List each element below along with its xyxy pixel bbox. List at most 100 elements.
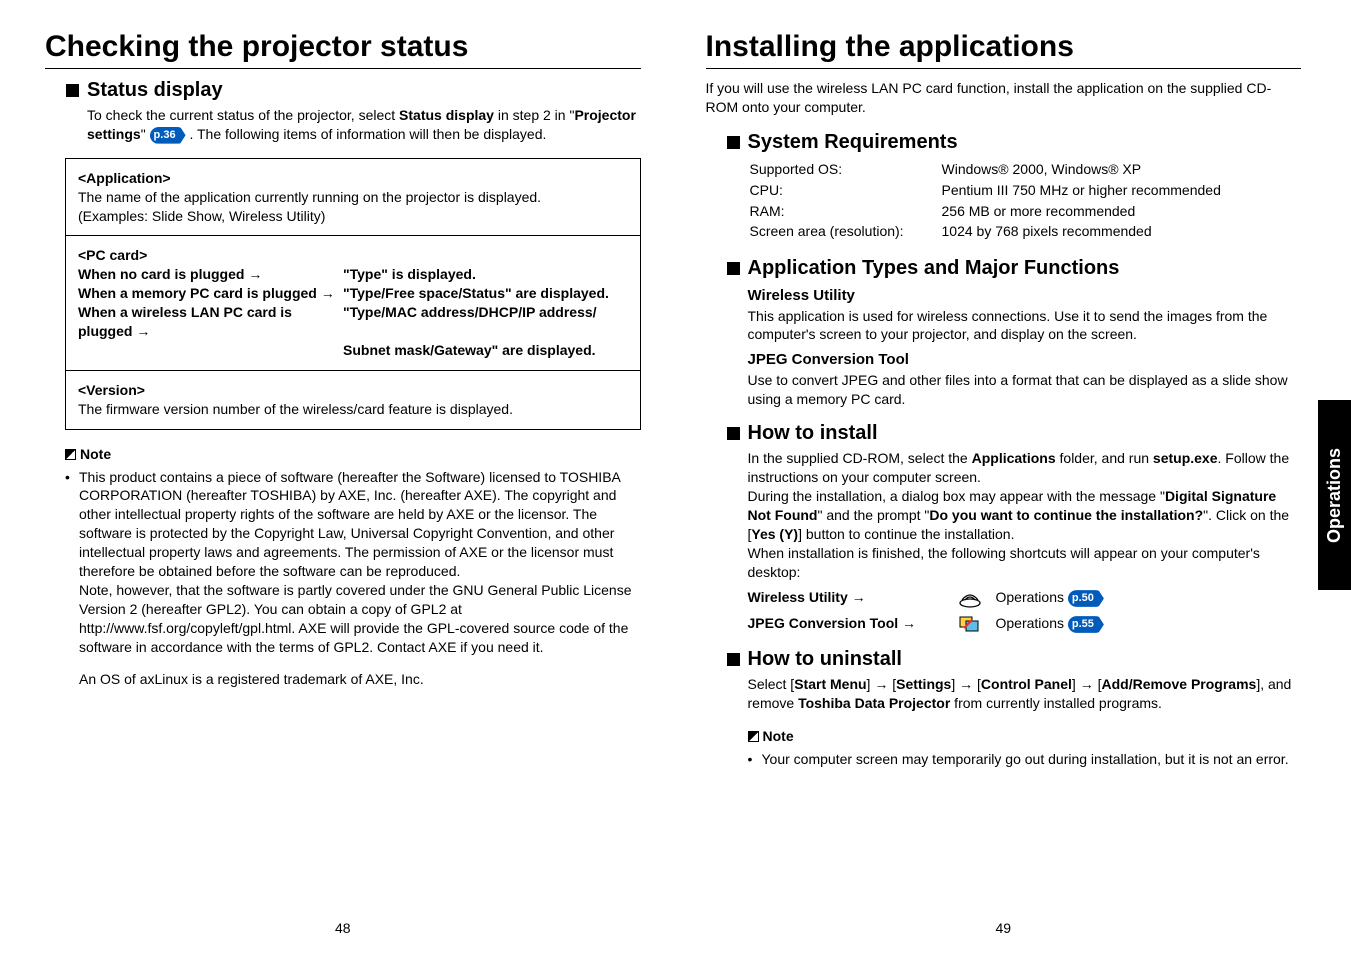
- install-block: In the supplied CD-ROM, select the Appli…: [706, 449, 1302, 633]
- types-block: Wireless Utility This application is use…: [706, 286, 1302, 408]
- h-how-install: How to install: [706, 422, 1302, 445]
- page-ref-badge[interactable]: p.50: [1068, 590, 1104, 607]
- h-req-text: System Requirements: [748, 131, 958, 153]
- page-ref-badge[interactable]: p.55: [1068, 616, 1104, 633]
- note-heading-text: Note: [763, 728, 794, 744]
- table-row: Screen area (resolution):1024 by 768 pix…: [750, 222, 1221, 241]
- bullet-dot: •: [65, 468, 79, 657]
- pc-l: [78, 341, 343, 360]
- t: folder, and run: [1056, 450, 1153, 466]
- shortcut-row: Wireless Utility → Operations p.50: [748, 588, 1302, 608]
- pc-l: When a memory PC card is plugged →: [78, 284, 343, 303]
- box-pc-title: <PC card>: [78, 246, 628, 265]
- note-icon: [748, 731, 759, 742]
- note-heading: Note: [706, 728, 1302, 744]
- t: ] → [: [1072, 676, 1102, 692]
- side-tab-operations[interactable]: Operations: [1318, 400, 1351, 590]
- right-intro: If you will use the wireless LAN PC card…: [706, 79, 1302, 117]
- status-box: <Application> The name of the applicatio…: [65, 158, 641, 430]
- t: To check the current status of the proje…: [87, 107, 399, 123]
- pc-r: "Type" is displayed.: [343, 265, 476, 284]
- t-bold: Yes (Y): [751, 526, 798, 542]
- spec-value: Pentium III 750 MHz or higher recommende…: [942, 181, 1221, 200]
- shortcut-label: Wireless Utility →: [748, 588, 958, 607]
- shortcut-row: JPEG Conversion Tool → Operations p.55: [748, 614, 1302, 634]
- spec-label: Supported OS:: [750, 160, 940, 179]
- t-bold: Settings: [896, 676, 951, 692]
- table-row: CPU:Pentium III 750 MHz or higher recomm…: [750, 181, 1221, 200]
- h-status-text: Status display: [87, 79, 223, 101]
- square-bullet-icon: [66, 84, 79, 97]
- shortcut-op: Operations p.50: [996, 588, 1104, 607]
- t: In the supplied CD-ROM, select the: [748, 450, 972, 466]
- t: from currently installed programs.: [950, 695, 1162, 711]
- page-number-right: 49: [706, 920, 1302, 936]
- pc-row: Subnet mask/Gateway" are displayed.: [78, 341, 628, 360]
- jpeg-tool-icon: [958, 614, 982, 634]
- h-types-text: Application Types and Major Functions: [748, 257, 1120, 279]
- page-number-left: 48: [45, 920, 641, 936]
- pc-r: Subnet mask/Gateway" are displayed.: [343, 341, 596, 360]
- square-bullet-icon: [727, 427, 740, 440]
- spec-table: Supported OS:Windows® 2000, Windows® XP …: [748, 158, 1223, 244]
- jpeg-title: JPEG Conversion Tool: [748, 350, 1302, 370]
- t: ] button to continue the installation.: [798, 526, 1014, 542]
- t: " and the prompt ": [817, 507, 929, 523]
- pc-row: When no card is plugged →"Type" is displ…: [78, 265, 628, 284]
- spec-label: Screen area (resolution):: [750, 222, 940, 241]
- pc-row: When a wireless LAN PC card is plugged →…: [78, 303, 628, 341]
- note-p3: An OS of axLinux is a registered tradema…: [65, 670, 641, 689]
- t-bold: Add/Remove Programs: [1101, 676, 1256, 692]
- bullet-dot: •: [748, 750, 762, 769]
- pc-r: "Type/Free space/Status" are displayed.: [343, 284, 609, 303]
- h-install-text: How to install: [748, 422, 878, 444]
- note-p1: This product contains a piece of softwar…: [79, 468, 641, 657]
- wireless-utility-icon: [958, 588, 982, 608]
- req-block: Supported OS:Windows® 2000, Windows® XP …: [706, 158, 1302, 244]
- note-body: • This product contains a piece of softw…: [45, 468, 641, 690]
- t: in step 2 in ": [494, 107, 574, 123]
- t-bold: setup.exe: [1153, 450, 1218, 466]
- t: This product contains a piece of softwar…: [79, 469, 620, 579]
- box-app-title: <Application>: [78, 169, 628, 188]
- pc-l: When a wireless LAN PC card is plugged →: [78, 303, 343, 341]
- box-app-line1: The name of the application currently ru…: [78, 188, 628, 207]
- jpeg-body: Use to convert JPEG and other files into…: [748, 371, 1302, 409]
- t: ] → [: [867, 676, 897, 692]
- t: Operations: [996, 589, 1068, 605]
- spec-value: Windows® 2000, Windows® XP: [942, 160, 1221, 179]
- h-how-uninstall: How to uninstall: [706, 648, 1302, 671]
- box-ver-body: The firmware version number of the wirel…: [78, 400, 628, 419]
- t: ] → [: [951, 676, 981, 692]
- wu-title: Wireless Utility: [748, 286, 1302, 306]
- t-bold: Start Menu: [794, 676, 866, 692]
- h-system-requirements: System Requirements: [706, 131, 1302, 154]
- page-ref-badge[interactable]: p.36: [150, 127, 186, 144]
- note-heading: Note: [45, 446, 641, 462]
- t-bold: Toshiba Data Projector: [798, 695, 950, 711]
- t-bold: Control Panel: [981, 676, 1072, 692]
- note-heading-text: Note: [80, 446, 111, 462]
- pc-r: "Type/MAC address/DHCP/IP address/: [343, 303, 597, 341]
- t: During the installation, a dialog box ma…: [748, 488, 1165, 504]
- t-bold: Do you want to continue the installation…: [929, 507, 1203, 523]
- pc-l: When no card is plugged →: [78, 265, 343, 284]
- title-rule: [45, 68, 641, 69]
- page-right: Installing the applications If you will …: [676, 0, 1351, 954]
- square-bullet-icon: [727, 653, 740, 666]
- h-status-display: Status display: [45, 79, 641, 102]
- t-bold: Applications: [972, 450, 1056, 466]
- square-bullet-icon: [727, 136, 740, 149]
- box-app-line2: (Examples: Slide Show, Wireless Utility): [78, 207, 628, 226]
- spec-label: CPU:: [750, 181, 940, 200]
- table-row: Supported OS:Windows® 2000, Windows® XP: [750, 160, 1221, 179]
- table-row: RAM:256 MB or more recommended: [750, 202, 1221, 221]
- right-title: Installing the applications: [706, 30, 1302, 64]
- box-divider: [66, 370, 640, 371]
- side-tab-label: Operations: [1324, 447, 1345, 542]
- wu-body: This application is used for wireless co…: [748, 307, 1302, 345]
- t: When installation is finished, the follo…: [748, 545, 1260, 580]
- uninstall-block: Select [Start Menu] → [Settings] → [Cont…: [706, 675, 1302, 713]
- t: . The following items of information wil…: [186, 126, 547, 142]
- shortcut-op: Operations p.55: [996, 614, 1104, 633]
